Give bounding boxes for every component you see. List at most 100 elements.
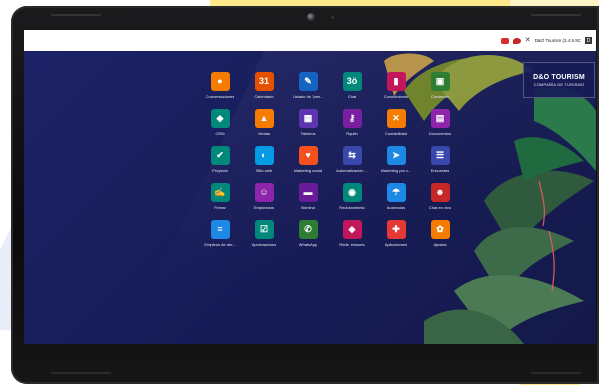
recruitment-icon[interactable]: ◉ <box>342 183 362 202</box>
documents-icon[interactable]: ▤ <box>430 109 450 128</box>
app-glyph: ♥ <box>305 150 311 160</box>
app-tile[interactable]: ➤ Marketing por c... <box>374 146 418 183</box>
app-label: Redir. enlaces <box>339 242 365 247</box>
app-glyph: 31 <box>258 76 269 86</box>
app-tile[interactable]: ▬ Nómina <box>286 183 330 220</box>
whatsapp-icon[interactable]: ✆ <box>298 220 318 239</box>
app-label: Encuestas <box>430 168 450 173</box>
payroll-icon[interactable]: ▬ <box>298 183 318 202</box>
app-tile[interactable]: ≡ Empleos de der... <box>198 220 242 257</box>
dashboard-icon[interactable]: ▦ <box>298 109 318 128</box>
app-tile[interactable]: ▦ Tableros <box>286 109 330 146</box>
survey-icon[interactable]: ☰ <box>430 146 450 165</box>
app-tile[interactable]: 3ö Chat <box>330 72 374 109</box>
app-label: Chat en vivo <box>428 205 452 210</box>
app-tile[interactable]: ☑ Aprobaciones <box>242 220 286 257</box>
app-tile[interactable]: ⇆ Automatización ... <box>330 146 374 183</box>
app-label: Chat <box>347 94 357 99</box>
signature-icon[interactable]: ✍ <box>210 183 230 202</box>
company-switcher[interactable]: D&O Tourism (3.4.5.9C <box>535 38 581 43</box>
bookmark-icon[interactable]: ▮ <box>386 72 406 91</box>
app-label: Ajustes <box>433 242 447 247</box>
close-icon[interactable]: ✕ <box>525 37 531 44</box>
sales-chart-icon[interactable]: ▲ <box>254 109 274 128</box>
app-tile[interactable]: ▮ Conocimiento <box>374 72 418 109</box>
app-label: Ventas <box>257 131 271 136</box>
app-glyph: ✍ <box>214 187 226 197</box>
app-glyph: ▦ <box>303 113 313 123</box>
accounting-icon[interactable]: ✕ <box>386 109 406 128</box>
app-tile[interactable]: ◆ CRM <box>198 109 242 146</box>
bezel-detail <box>531 372 581 374</box>
app-tile[interactable]: ✎ Listado de "pen... <box>286 72 330 109</box>
approvals-icon[interactable]: ☑ <box>254 220 274 239</box>
app-glyph: ☰ <box>435 150 445 160</box>
automation-icon[interactable]: ⇆ <box>342 146 362 165</box>
app-tile[interactable]: ⚷ Rquito <box>330 109 374 146</box>
app-label: Marketing social <box>293 168 323 173</box>
activity-icon[interactable] <box>500 37 509 44</box>
app-label: Firmar <box>214 205 226 210</box>
handshake-icon[interactable]: ◆ <box>210 109 230 128</box>
top-bar: ✕ D&O Tourism (3.4.5.9C D <box>24 30 596 51</box>
app-label: Proyecto <box>212 168 228 173</box>
screen: ✕ D&O Tourism (3.4.5.9C D D&O TOURISM CO… <box>24 30 596 344</box>
chat-bubble-icon[interactable]: ● <box>210 72 230 91</box>
app-label: Reclutamiento <box>339 205 365 210</box>
send-icon[interactable]: ➤ <box>386 146 406 165</box>
app-tile[interactable]: ◈ Redir. enlaces <box>330 220 374 257</box>
app-tile[interactable]: ✚ Aplicaciones <box>374 220 418 257</box>
bezel-detail <box>51 372 111 374</box>
apps-icon[interactable]: ✚ <box>386 220 406 239</box>
app-glyph: 3ö <box>346 76 358 86</box>
app-glyph: ☺ <box>259 187 269 197</box>
app-label: Listado de "pen... <box>292 94 324 99</box>
pencil-icon[interactable]: ✎ <box>298 72 318 91</box>
umbrella-icon[interactable]: ☂ <box>386 183 406 202</box>
app-glyph: ▤ <box>435 113 445 123</box>
app-label: Nómina <box>301 205 315 210</box>
live-chat-icon[interactable]: ☻ <box>430 183 450 202</box>
app-tile[interactable]: ✍ Firmar <box>198 183 242 220</box>
brand-title: D&O TOURISM <box>533 73 585 81</box>
link-icon[interactable]: ◈ <box>342 220 362 239</box>
app-label: Conocimiento <box>383 94 409 99</box>
app-label: Aplicaciones <box>384 242 408 247</box>
app-tile[interactable]: ✔ Proyecto <box>198 146 242 183</box>
app-tile[interactable]: ☺ Empleados <box>242 183 286 220</box>
app-tile[interactable]: ♥ Marketing social <box>286 146 330 183</box>
app-tile[interactable]: ◉ Reclutamiento <box>330 183 374 220</box>
app-tile[interactable]: ▤ Documentos <box>418 109 462 146</box>
heart-icon[interactable]: ♥ <box>298 146 318 165</box>
messages-icon[interactable] <box>512 37 521 44</box>
employees-icon[interactable]: ☺ <box>254 183 274 202</box>
app-tile[interactable]: ◐ Sitio web <box>242 146 286 183</box>
app-tile[interactable]: ✿ Ajustes <box>418 220 462 257</box>
app-tile[interactable]: ▣ Contactos <box>418 72 462 109</box>
bezel-detail <box>51 14 101 16</box>
app-glyph: ☻ <box>435 187 445 197</box>
app-label: WhatsApp <box>298 242 318 247</box>
app-tile[interactable]: ☂ Ausencias <box>374 183 418 220</box>
app-tile[interactable]: ☰ Encuestas <box>418 146 462 183</box>
app-tile[interactable]: ▲ Ventas <box>242 109 286 146</box>
app-tile[interactable]: 31 Calendario <box>242 72 286 109</box>
website-icon[interactable]: ◐ <box>254 146 274 165</box>
app-tile[interactable]: ● Conversaciones <box>198 72 242 109</box>
app-glyph: ▮ <box>393 76 399 86</box>
app-label: Marketing por c... <box>380 168 412 173</box>
jobs-icon[interactable]: ≡ <box>210 220 230 239</box>
chat-icon[interactable]: 3ö <box>342 72 362 91</box>
settings-gear-icon[interactable]: ✿ <box>430 220 450 239</box>
app-tile[interactable]: ☻ Chat en vivo <box>418 183 462 220</box>
avatar[interactable]: D <box>585 37 592 44</box>
app-tile[interactable]: ✆ WhatsApp <box>286 220 330 257</box>
checkmark-icon[interactable]: ✔ <box>210 146 230 165</box>
app-glyph: ▬ <box>303 187 313 197</box>
calendar-icon[interactable]: 31 <box>254 72 274 91</box>
sensor-dot <box>331 16 334 19</box>
contacts-icon[interactable]: ▣ <box>430 72 450 91</box>
brand-logo: D&O TOURISM COMPAÑÍA DE TURISMO <box>523 62 595 98</box>
app-tile[interactable]: ✕ Contabilidad <box>374 109 418 146</box>
key-icon[interactable]: ⚷ <box>342 109 362 128</box>
